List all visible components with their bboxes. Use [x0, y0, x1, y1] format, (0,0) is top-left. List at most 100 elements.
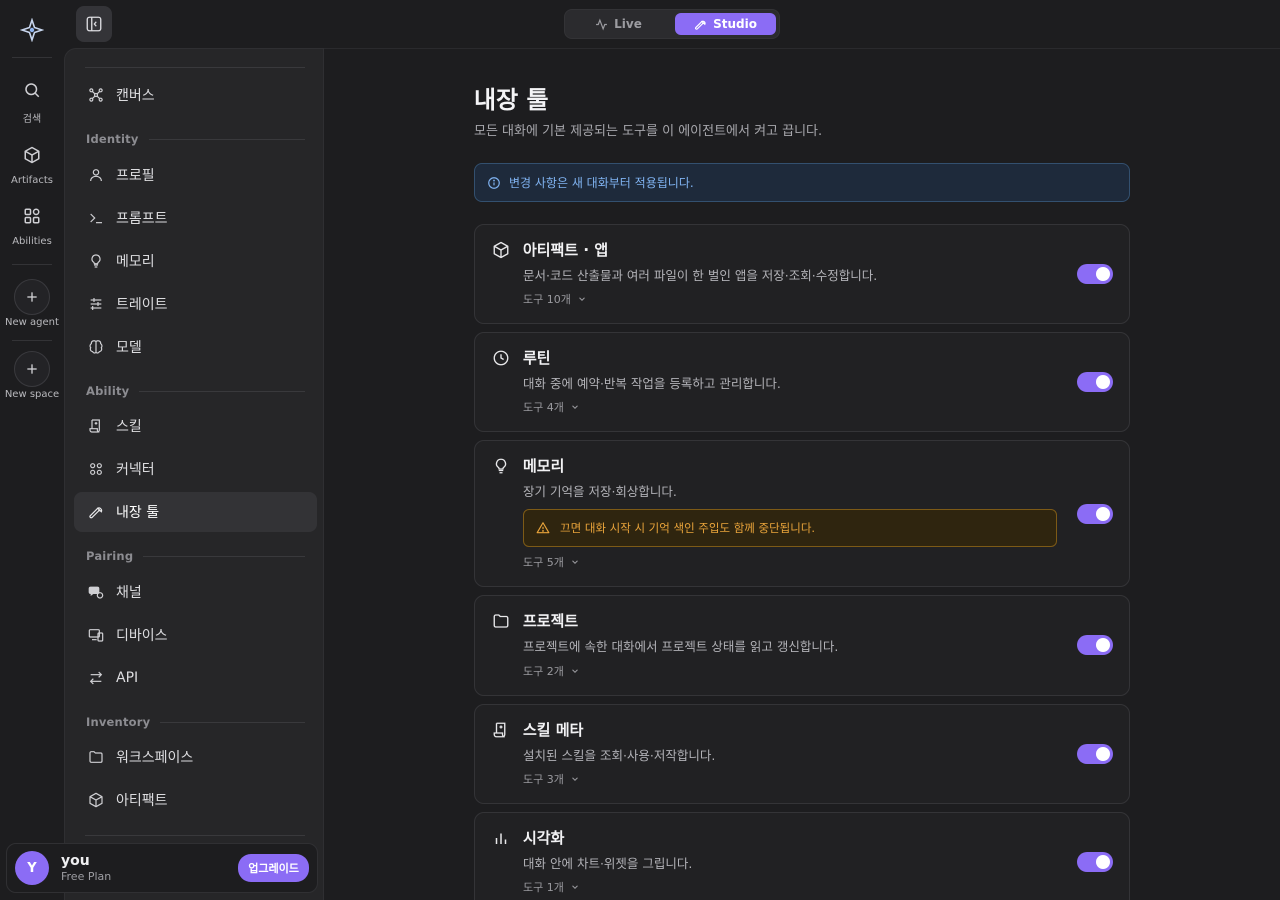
user-name: you	[61, 853, 90, 869]
arrows-swap-icon	[88, 670, 104, 686]
sidebar-item-label: 채널	[116, 585, 142, 601]
live-tab[interactable]: Live	[568, 13, 669, 35]
section-header-ability: Ability	[86, 384, 305, 398]
tools-count: 도구 10개	[523, 293, 571, 306]
tools-count: 도구 3개	[523, 773, 564, 786]
new-agent-label: New agent	[5, 317, 59, 328]
new-agent-button[interactable]: New agent	[0, 273, 64, 334]
card-title: 아티팩트 · 앱	[523, 241, 609, 259]
sliders-icon	[88, 296, 104, 312]
card-title: 루틴	[523, 349, 551, 367]
sidebar-item-devices[interactable]: 디바이스	[74, 615, 317, 655]
chevron-down-icon	[578, 297, 585, 301]
user-icon	[88, 167, 104, 183]
sidebar-item-workspace[interactable]: 워크스페이스	[74, 737, 317, 777]
card-description: 문서·코드 산출물과 여러 파일이 한 벌인 앱을 저장·조회·수정합니다.	[523, 268, 878, 283]
sidebar-item-memory[interactable]: 메모리	[74, 241, 317, 281]
tool-card-routine: 루틴 대화 중에 예약·반복 작업을 등록하고 관리합니다. 도구 4개	[474, 332, 1130, 432]
rail-item-search[interactable]: 검색	[0, 66, 64, 131]
dots-grid-icon	[88, 461, 104, 477]
tools-count: 도구 1개	[523, 881, 564, 894]
sidebar-item-label: 트레이트	[116, 297, 168, 313]
sidebar-item-api[interactable]: API	[74, 658, 317, 698]
card-description: 설치된 스킬을 조회·사용·저작합니다.	[523, 748, 716, 763]
sidebar-item-label: 프롬프트	[116, 211, 168, 227]
card-description: 프로젝트에 속한 대화에서 프로젝트 상태를 읽고 갱신합니다.	[523, 639, 839, 654]
user-card[interactable]: Y you Free Plan 업그레이드	[6, 843, 318, 893]
chevron-down-icon	[571, 405, 578, 409]
sidebar-item-skills[interactable]: 스킬	[74, 406, 317, 446]
enable-toggle[interactable]	[1077, 264, 1113, 284]
plus-icon	[14, 279, 50, 315]
sidebar-item-canvas[interactable]: 캔버스	[74, 75, 317, 115]
rail-item-abilities[interactable]: Abilities	[0, 192, 64, 253]
tool-card-skill-meta: 스킬 메타 설치된 스킬을 조회·사용·저작합니다. 도구 3개	[474, 704, 1130, 804]
upgrade-button[interactable]: 업그레이드	[238, 854, 309, 882]
enable-toggle[interactable]	[1077, 504, 1113, 524]
page-description: 모든 대화에 기본 제공되는 도구를 이 에이전트에서 켜고 끕니다.	[474, 124, 823, 139]
new-space-button[interactable]: New space	[0, 345, 64, 406]
sidebar-item-label: 스킬	[116, 419, 142, 435]
devices-icon	[88, 627, 104, 643]
sidebar-item-model[interactable]: 모델	[74, 327, 317, 367]
rail-item-label: Artifacts	[11, 175, 53, 186]
enable-toggle[interactable]	[1077, 852, 1113, 872]
lightbulb-icon	[88, 253, 104, 269]
terminal-icon	[88, 210, 104, 226]
sidebar-divider	[85, 835, 305, 836]
card-title: 메모리	[523, 457, 565, 475]
sidebar-item-prompt[interactable]: 프롬프트	[74, 198, 317, 238]
card-description: 대화 안에 차트·위젯을 그립니다.	[523, 856, 693, 871]
card-title: 프로젝트	[523, 612, 579, 630]
cube-icon	[491, 240, 511, 260]
studio-tab[interactable]: Studio	[675, 13, 776, 35]
tools-count: 도구 5개	[523, 556, 564, 569]
tool-card-artifacts: 아티팩트 · 앱 문서·코드 산출물과 여러 파일이 한 벌인 앱을 저장·조회…	[474, 224, 1130, 324]
user-info: you Free Plan	[61, 853, 238, 883]
info-notice: 변경 사항은 새 대화부터 적용됩니다.	[474, 163, 1130, 202]
tools-count: 도구 2개	[523, 665, 564, 678]
graph-icon	[88, 87, 104, 103]
tools-expand-button[interactable]: 도구 3개	[523, 771, 580, 787]
sidebar-item-channels[interactable]: 채널	[74, 572, 317, 612]
sidebar-item-label: 커넥터	[116, 462, 155, 478]
rail-item-artifacts[interactable]: Artifacts	[0, 131, 64, 192]
sidebar-item-profile[interactable]: 프로필	[74, 155, 317, 195]
tools-expand-button[interactable]: 도구 1개	[523, 879, 580, 895]
header-divider	[324, 48, 1280, 49]
search-icon	[14, 72, 50, 108]
enable-toggle[interactable]	[1077, 635, 1113, 655]
rail-divider	[12, 340, 52, 341]
sidebar-item-builtin-tools[interactable]: 내장 툴	[74, 492, 317, 532]
tool-card-visualization: 시각화 대화 안에 차트·위젯을 그립니다. 도구 1개	[474, 812, 1130, 900]
rail-divider	[12, 264, 52, 265]
warning-notice: 끄면 대화 시작 시 기억 색인 주입도 함께 중단됩니다.	[523, 509, 1057, 547]
rail-divider	[12, 57, 52, 58]
live-tab-label: Live	[614, 17, 642, 31]
studio-sidebar: 캔버스 Identity 프로필 프롬프트 메모리 트레이트 모델 Abilit…	[64, 48, 324, 900]
clock-icon	[491, 348, 511, 368]
sidebar-item-label: 캔버스	[116, 88, 155, 104]
sidebar-item-traits[interactable]: 트레이트	[74, 284, 317, 324]
user-plan: Free Plan	[61, 870, 112, 883]
notice-text: 변경 사항은 새 대화부터 적용됩니다.	[509, 176, 694, 190]
new-space-label: New space	[4, 389, 60, 400]
bar-chart-icon	[491, 828, 511, 848]
cube-icon	[88, 792, 104, 808]
section-title: Ability	[86, 384, 130, 398]
tools-expand-button[interactable]: 도구 5개	[523, 554, 580, 570]
enable-toggle[interactable]	[1077, 372, 1113, 392]
folder-icon	[88, 749, 104, 765]
tools-expand-button[interactable]: 도구 2개	[523, 663, 580, 679]
logo-icon[interactable]	[16, 14, 48, 46]
folder-icon	[491, 611, 511, 631]
page-title: 내장 툴	[474, 86, 549, 114]
cube-icon	[14, 137, 50, 173]
sidebar-toggle-button[interactable]	[76, 6, 112, 42]
enable-toggle[interactable]	[1077, 744, 1113, 764]
warning-text: 끄면 대화 시작 시 기억 색인 주입도 함께 중단됩니다.	[560, 521, 816, 535]
sidebar-item-connectors[interactable]: 커넥터	[74, 449, 317, 489]
tools-expand-button[interactable]: 도구 10개	[523, 291, 587, 307]
sidebar-item-artifacts[interactable]: 아티팩트	[74, 780, 317, 820]
tools-expand-button[interactable]: 도구 4개	[523, 399, 580, 415]
